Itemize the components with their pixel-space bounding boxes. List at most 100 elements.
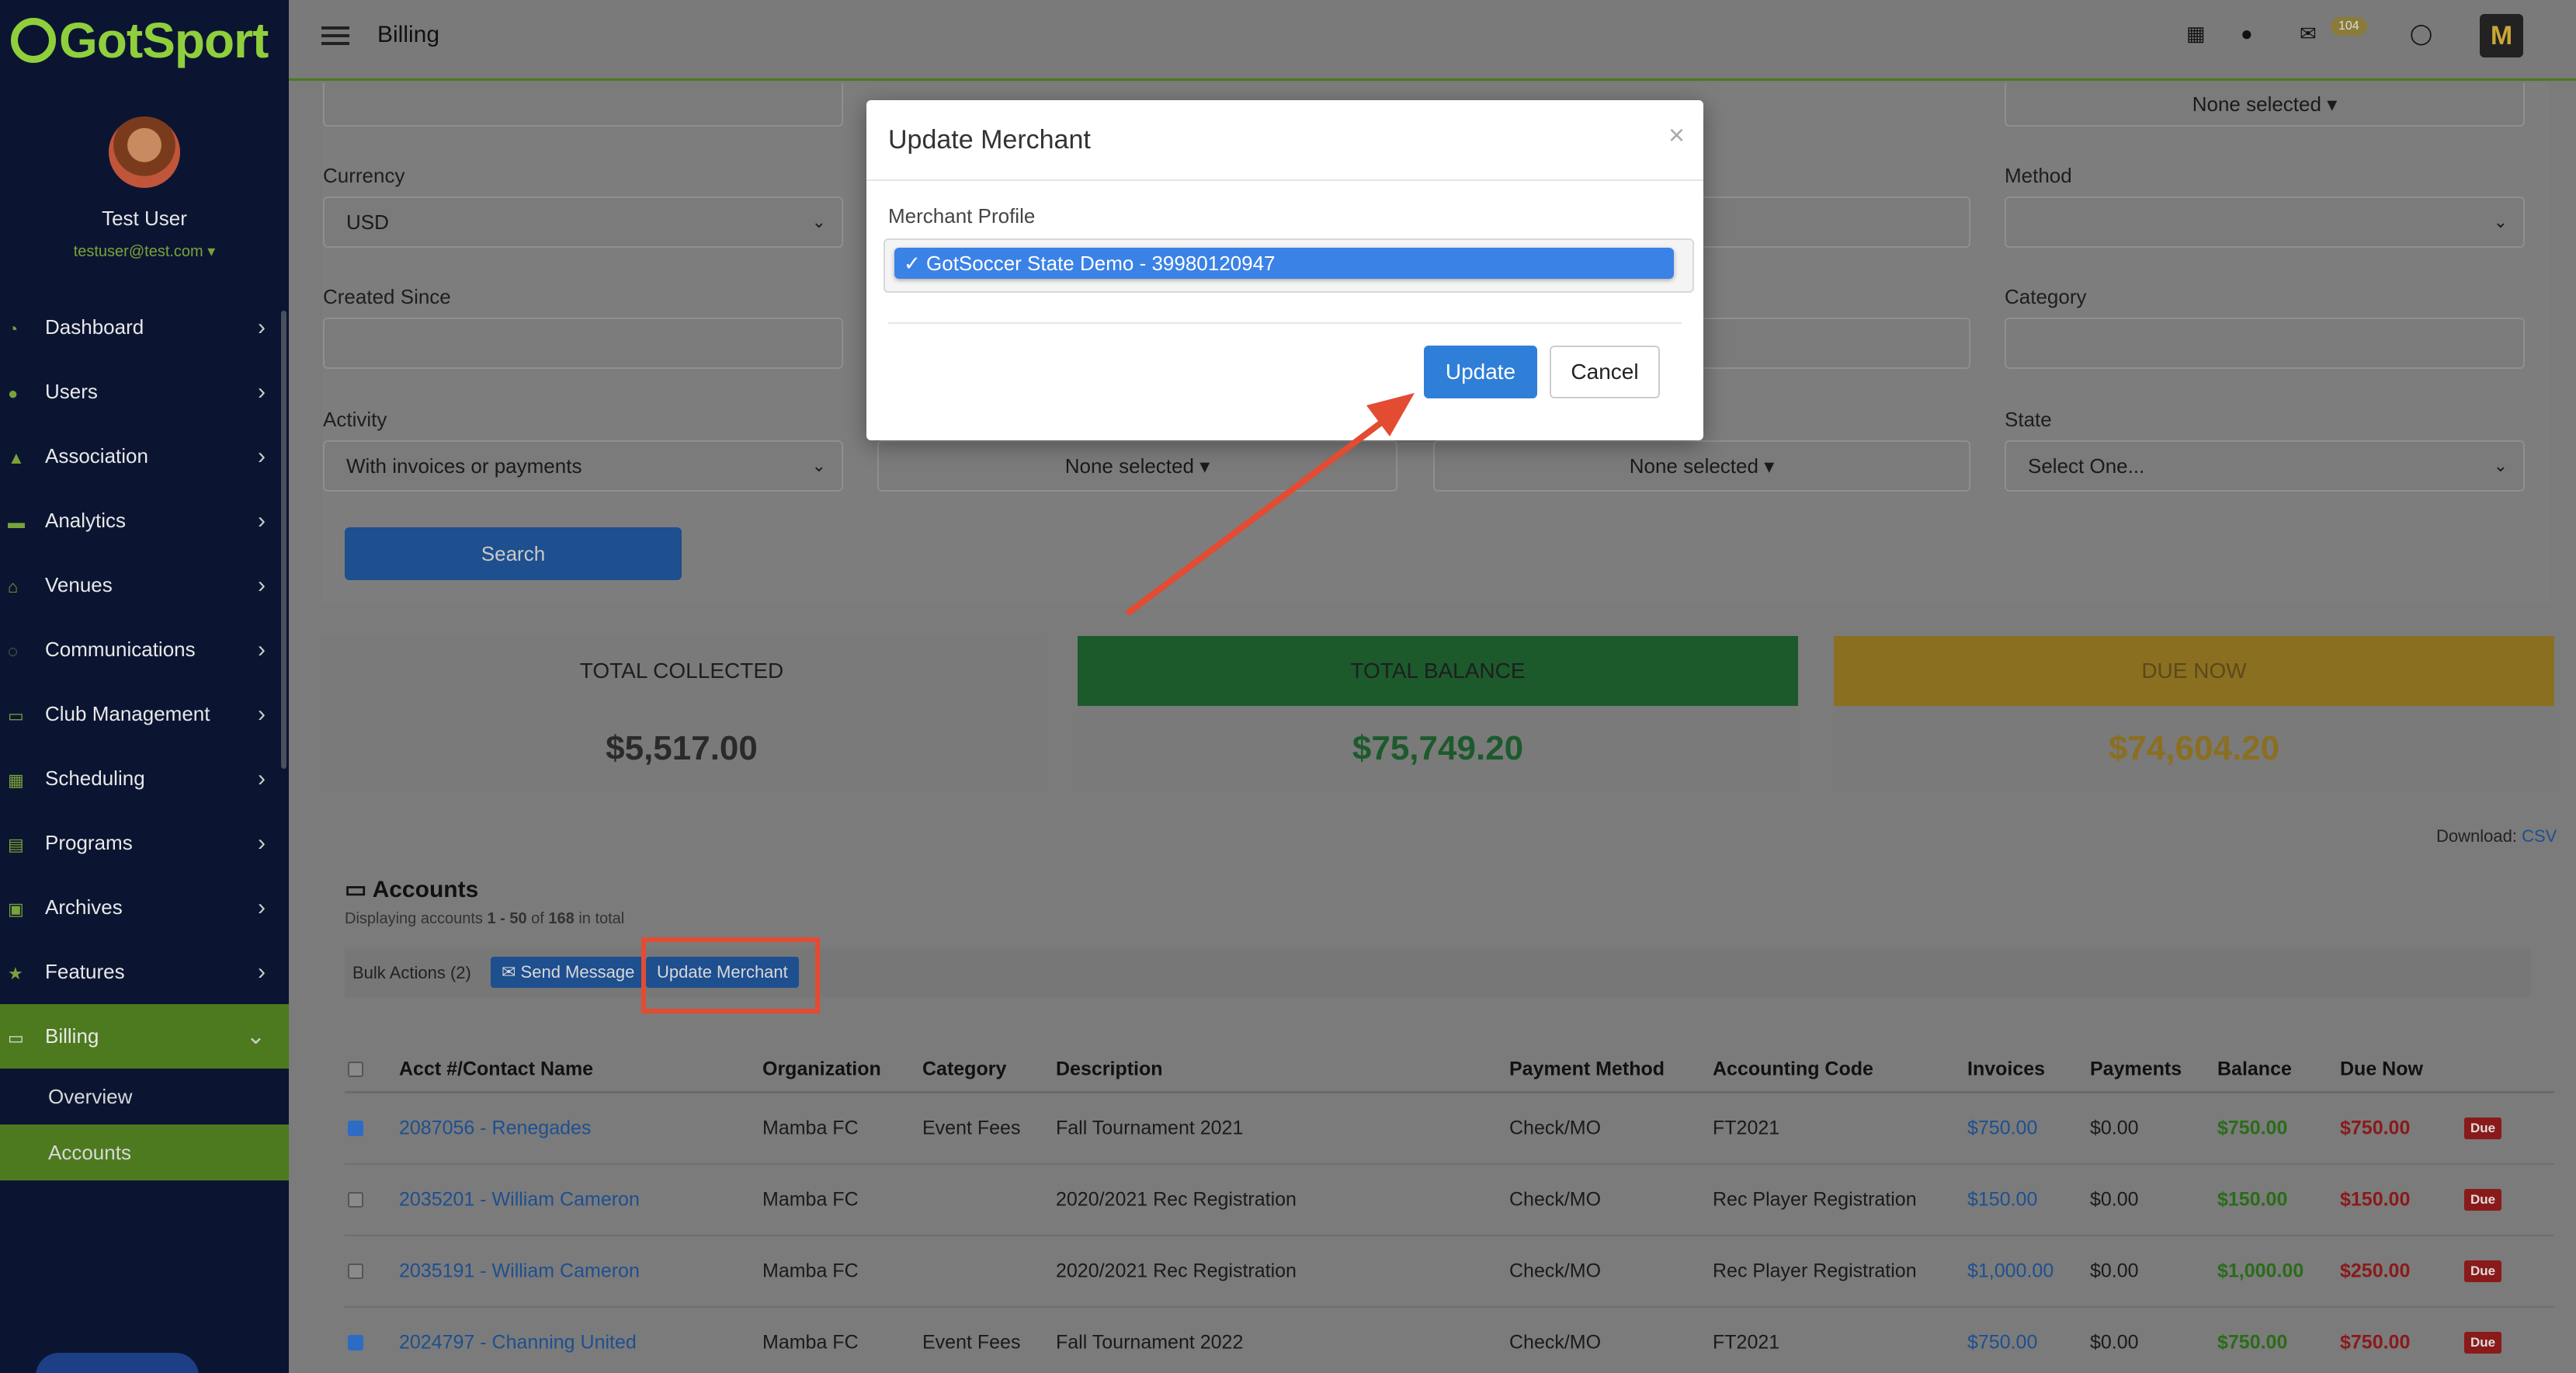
filter-input-top-1[interactable] [323, 83, 843, 127]
column-header[interactable]: Payment Method [1509, 1058, 1665, 1080]
column-header[interactable]: Balance [2217, 1058, 2292, 1080]
select-all-checkbox[interactable] [348, 1061, 363, 1077]
gotsport-logo[interactable]: GotSport [0, 0, 289, 81]
column-header[interactable]: Organization [762, 1058, 881, 1080]
sidebar-item-archives[interactable]: ▣ Archives › [0, 875, 289, 940]
update-button[interactable]: Update [1424, 346, 1537, 398]
sidebar-subitem-overview[interactable]: Overview [0, 1069, 289, 1124]
logo-text: GotSport [59, 12, 269, 68]
update-merchant-modal: Update Merchant × Merchant Profile ✓ Got… [866, 100, 1703, 440]
organization-logo[interactable]: M [2480, 14, 2523, 57]
row-checkbox-checked[interactable] [348, 1121, 363, 1136]
invoices-link[interactable]: $750.00 [1967, 1332, 2037, 1354]
due-now-cell: $250.00 [2340, 1260, 2411, 1282]
sidebar-item-label: Venues [45, 573, 113, 596]
sidebar-item-association[interactable]: ▲ Association › [0, 424, 289, 488]
accounting-code-cell: FT2021 [1713, 1331, 1780, 1354]
select-value: Select One... [2028, 454, 2145, 478]
cancel-button[interactable]: Cancel [1550, 346, 1660, 398]
column-header[interactable]: Due Now [2340, 1058, 2423, 1080]
annotation-highlight-box [641, 937, 820, 1013]
sidebar-item-programs[interactable]: ▤ Programs › [0, 811, 289, 875]
credit-card-icon: ▭ [345, 877, 373, 902]
row-checkbox[interactable] [348, 1192, 363, 1208]
qr-code-icon[interactable]: ▦ [2186, 22, 2206, 46]
subtitle-mid: of [526, 910, 549, 927]
filter-multiselect-1[interactable]: None selected ▾ [877, 440, 1397, 492]
invoices-link[interactable]: $150.00 [1967, 1189, 2037, 1211]
column-header[interactable]: Category [922, 1058, 1006, 1080]
close-icon[interactable]: × [1668, 119, 1685, 151]
mail-icon[interactable]: ✉ [2300, 22, 2317, 46]
sidebar-item-label: Users [45, 380, 98, 403]
total-collected-card: TOTAL COLLECTED $5,517.00 [321, 636, 1042, 791]
sidebar-item-features[interactable]: ★ Features › [0, 940, 289, 1004]
description-cell: 2020/2021 Rec Registration [1056, 1188, 1297, 1211]
due-now-cell: $750.00 [2340, 1117, 2411, 1139]
merchant-profile-select[interactable]: ✓ GotSoccer State Demo - 39980120947 [884, 238, 1694, 293]
sidebar-item-analytics[interactable]: ▬ Analytics › [0, 488, 289, 553]
row-checkbox[interactable] [348, 1264, 363, 1279]
filter-multiselect-2[interactable]: None selected ▾ [1433, 440, 1970, 492]
table-row: 2035201 - William Cameron Mamba FC 2020/… [345, 1165, 2554, 1236]
chat-icon[interactable]: ◯ [2410, 22, 2432, 46]
currency-select[interactable]: USD ⌄ [323, 196, 843, 248]
accounts-heading: ▭ Accounts [345, 876, 478, 903]
category-input[interactable] [2005, 318, 2525, 369]
column-header[interactable]: Acct #/Contact Name [399, 1058, 593, 1080]
download-csv-link[interactable]: CSV [2522, 826, 2557, 846]
sidebar-scrollbar[interactable] [281, 311, 286, 769]
method-select[interactable]: ⌄ [2005, 196, 2525, 248]
sidebar-item-dashboard[interactable]: ◔ Dashboard › [0, 295, 289, 360]
accounts-subtitle: Displaying accounts 1 - 50 of 168 in tot… [345, 910, 624, 928]
account-link[interactable]: 2035201 - William Cameron [399, 1189, 640, 1211]
help-widget-button[interactable] [36, 1353, 199, 1373]
method-label: Method [2005, 164, 2072, 187]
send-message-button[interactable]: ✉ Send Message [491, 957, 646, 988]
table-row: 2024797 - Channing United Mamba FC Event… [345, 1308, 2554, 1373]
avatar[interactable] [109, 116, 180, 188]
merchant-profile-option-selected[interactable]: ✓ GotSoccer State Demo - 39980120947 [894, 248, 1674, 279]
state-select[interactable]: Select One... ⌄ [2005, 440, 2525, 492]
due-now-cell: $750.00 [2340, 1331, 2411, 1354]
column-header[interactable]: Payments [2090, 1058, 2182, 1080]
sidebar-item-scheduling[interactable]: ▦ Scheduling › [0, 746, 289, 811]
user-icon[interactable]: ● [2241, 22, 2253, 46]
sidebar-item-communications[interactable]: ◌ Communications › [0, 617, 289, 682]
invoices-link[interactable]: $750.00 [1967, 1118, 2037, 1140]
category-cell: Event Fees [922, 1117, 1021, 1139]
sidebar-nav: ◔ Dashboard › ● Users › ▲ Association › ▬ Analy… [0, 295, 289, 1180]
filter-top-right-select[interactable]: None selected ▾ [2005, 83, 2525, 127]
account-link[interactable]: 2035191 - William Cameron [399, 1260, 640, 1283]
created-since-input[interactable] [323, 318, 843, 369]
column-header[interactable]: Accounting Code [1713, 1058, 1873, 1080]
balance-cell: $750.00 [2217, 1331, 2288, 1354]
payment-method-cell: Check/MO [1509, 1260, 1602, 1282]
subtitle-range: 1 - 50 [487, 910, 527, 927]
invoices-link[interactable]: $1,000.00 [1967, 1260, 2054, 1283]
sidebar-item-label: Dashboard [45, 315, 144, 339]
chevron-down-icon: ⌄ [245, 1024, 266, 1049]
hamburger-menu-icon[interactable] [321, 26, 349, 45]
activity-select[interactable]: With invoices or payments ⌄ [323, 440, 843, 492]
sidebar-subitem-accounts[interactable]: Accounts [0, 1124, 289, 1180]
sidebar-item-venues[interactable]: ⌂ Venues › [0, 553, 289, 617]
bulk-actions-label: Bulk Actions (2) [352, 963, 471, 982]
payments-cell: $0.00 [2090, 1117, 2139, 1139]
account-link[interactable]: 2024797 - Channing United [399, 1332, 637, 1354]
sidebar-item-billing[interactable]: ▭ Billing ⌄ [0, 1004, 289, 1069]
sidebar-item-label: Communications [45, 638, 196, 661]
column-header[interactable]: Invoices [1967, 1058, 2045, 1080]
sidebar-item-label: Features [45, 960, 125, 983]
search-button[interactable]: Search [345, 527, 682, 580]
sidebar-item-users[interactable]: ● Users › [0, 360, 289, 424]
row-checkbox-checked[interactable] [348, 1335, 363, 1350]
download-label: Download: [2436, 826, 2517, 846]
sidebar-item-club-management[interactable]: ▭ Club Management › [0, 682, 289, 746]
profile-email-dropdown[interactable]: testuser@test.com ▾ [0, 242, 289, 261]
account-link[interactable]: 2087056 - Renegades [399, 1118, 591, 1140]
payments-cell: $0.00 [2090, 1260, 2139, 1282]
sidebar-item-label: Archives [45, 895, 123, 919]
column-header[interactable]: Description [1056, 1058, 1163, 1080]
download-row: Download: CSV [2436, 826, 2557, 846]
